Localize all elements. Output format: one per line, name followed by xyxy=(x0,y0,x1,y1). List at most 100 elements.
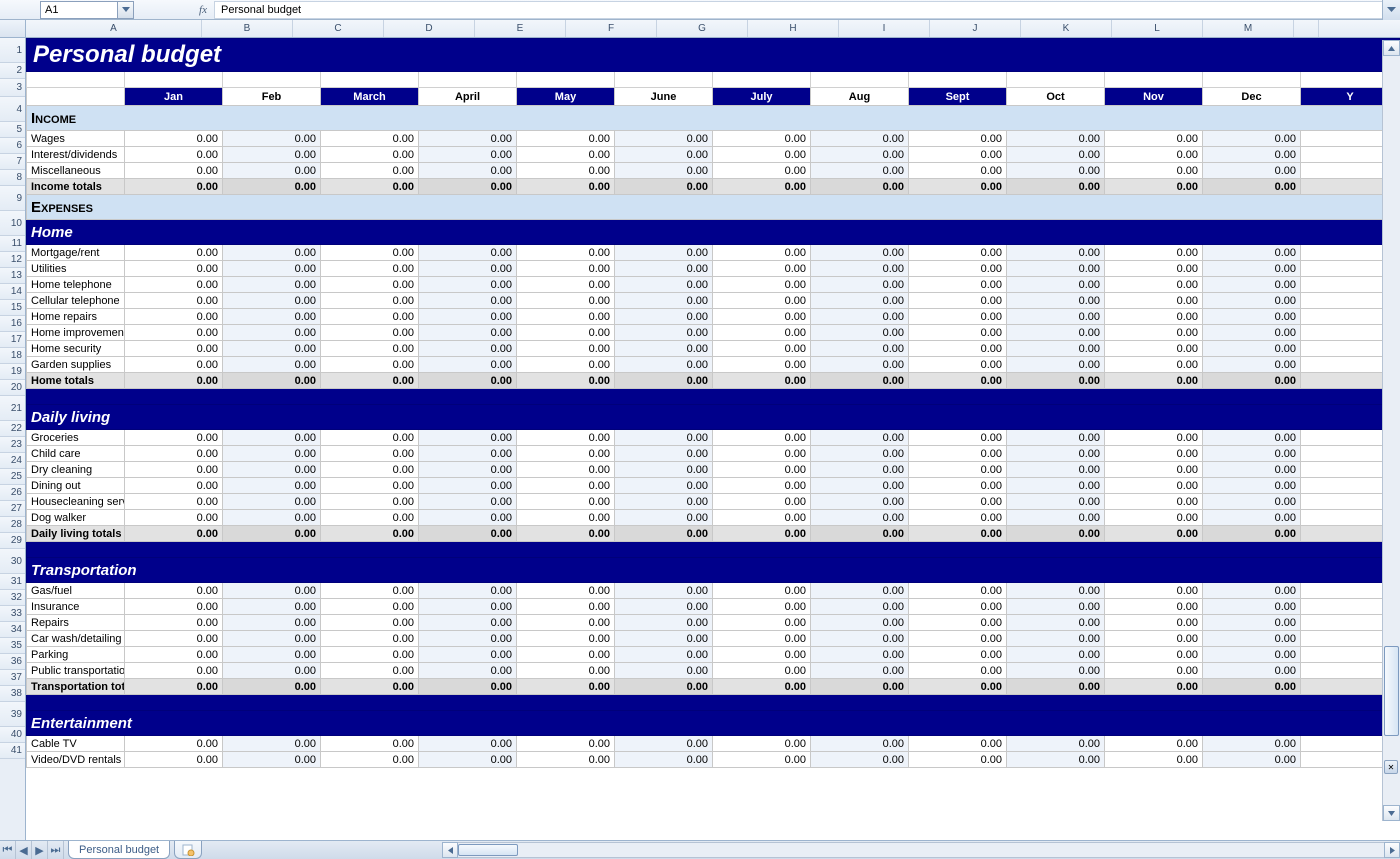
cell[interactable]: 0.00 xyxy=(811,325,909,341)
horizontal-scrollbar[interactable] xyxy=(442,841,1400,859)
cell[interactable]: 0.00 xyxy=(615,599,713,615)
cell[interactable]: 0.00 xyxy=(419,309,517,325)
row-header-40[interactable]: 40 xyxy=(0,727,25,743)
cell[interactable]: 0.00 xyxy=(615,293,713,309)
tab-next-button[interactable]: ▶ xyxy=(32,841,48,859)
cell[interactable]: 0.00 xyxy=(1203,478,1301,494)
vertical-scrollbar[interactable]: ✕ xyxy=(1382,40,1400,821)
cell[interactable]: 0.00 xyxy=(517,163,615,179)
row-header-5[interactable]: 5 xyxy=(0,122,25,138)
cell[interactable]: Expenses xyxy=(27,195,1400,220)
cell[interactable]: 0.00 xyxy=(909,462,1007,478)
cell[interactable] xyxy=(223,72,321,88)
cell[interactable]: 0.00 xyxy=(1007,245,1105,261)
cell[interactable]: Child care xyxy=(27,446,125,462)
cell[interactable]: Nov xyxy=(1105,88,1203,106)
cell[interactable]: 0.00 xyxy=(713,446,811,462)
cell[interactable]: 0.00 xyxy=(1105,510,1203,526)
cell[interactable]: Home xyxy=(27,220,1400,245)
cell[interactable]: 0.00 xyxy=(1007,179,1105,195)
cell[interactable]: 0.00 xyxy=(1105,446,1203,462)
cell[interactable]: Home security xyxy=(27,341,125,357)
row-header-41[interactable]: 41 xyxy=(0,743,25,759)
cell[interactable]: 0.00 xyxy=(615,261,713,277)
cell[interactable]: 0.00 xyxy=(1203,526,1301,542)
cell[interactable]: 0.00 xyxy=(321,736,419,752)
cell[interactable]: 0.00 xyxy=(909,583,1007,599)
cell[interactable]: 0.00 xyxy=(1007,131,1105,147)
cell[interactable]: 0.00 xyxy=(909,478,1007,494)
cell[interactable]: 0.00 xyxy=(1105,615,1203,631)
row-header-4[interactable]: 4 xyxy=(0,97,25,122)
cell[interactable]: 0.00 xyxy=(1203,245,1301,261)
cell[interactable]: Gas/fuel xyxy=(27,583,125,599)
cell[interactable]: 0.00 xyxy=(811,526,909,542)
cell[interactable]: 0.00 xyxy=(419,373,517,389)
cell[interactable]: 0.00 xyxy=(713,599,811,615)
cell[interactable]: 0.00 xyxy=(321,679,419,695)
cell[interactable]: 0.00 xyxy=(517,131,615,147)
cell[interactable]: Transportation totals xyxy=(27,679,125,695)
cell[interactable] xyxy=(811,72,909,88)
cell[interactable]: Miscellaneous xyxy=(27,163,125,179)
cell[interactable]: 0.00 xyxy=(1007,679,1105,695)
cell[interactable]: 0.00 xyxy=(517,325,615,341)
cell[interactable]: 0.00 xyxy=(1007,526,1105,542)
cell[interactable]: Interest/dividends xyxy=(27,147,125,163)
cell[interactable]: 0.00 xyxy=(125,293,223,309)
cell[interactable]: 0.00 xyxy=(615,679,713,695)
cell[interactable]: 0.00 xyxy=(615,341,713,357)
cell[interactable]: 0.00 xyxy=(517,446,615,462)
cell[interactable]: 0.00 xyxy=(811,179,909,195)
cell[interactable]: Cellular telephone xyxy=(27,293,125,309)
cell[interactable]: 0.00 xyxy=(811,373,909,389)
cell[interactable]: 0.00 xyxy=(615,309,713,325)
cell[interactable]: 0.00 xyxy=(1203,663,1301,679)
cell[interactable]: 0.00 xyxy=(1203,446,1301,462)
cell[interactable]: 0.00 xyxy=(1203,752,1301,768)
cell[interactable]: April xyxy=(419,88,517,106)
cell[interactable]: 0.00 xyxy=(419,179,517,195)
cell[interactable]: 0.00 xyxy=(1007,341,1105,357)
cell[interactable]: Repairs xyxy=(27,615,125,631)
cell[interactable]: May xyxy=(517,88,615,106)
cell[interactable]: 0.00 xyxy=(811,341,909,357)
cell[interactable]: 0.00 xyxy=(419,736,517,752)
tab-personal-budget[interactable]: Personal budget xyxy=(68,841,170,859)
cell[interactable]: Aug xyxy=(811,88,909,106)
column-header-F[interactable]: F xyxy=(566,20,657,37)
cell[interactable]: 0.00 xyxy=(223,147,321,163)
cell[interactable]: 0.00 xyxy=(1203,462,1301,478)
cell[interactable]: Daily living xyxy=(27,405,1400,430)
row-header-27[interactable]: 27 xyxy=(0,501,25,517)
scroll-left-button[interactable] xyxy=(442,842,458,858)
cell[interactable]: 0.00 xyxy=(125,179,223,195)
cell[interactable]: 0.00 xyxy=(909,293,1007,309)
cell[interactable]: 0.00 xyxy=(1105,663,1203,679)
row-header-15[interactable]: 15 xyxy=(0,300,25,316)
cell[interactable]: 0.00 xyxy=(517,373,615,389)
row-header-12[interactable]: 12 xyxy=(0,252,25,268)
cell[interactable]: 0.00 xyxy=(1007,583,1105,599)
row-header-39[interactable]: 39 xyxy=(0,702,25,727)
cell[interactable]: 0.00 xyxy=(909,277,1007,293)
cell[interactable]: 0.00 xyxy=(713,309,811,325)
row-header-30[interactable]: 30 xyxy=(0,549,25,574)
cell[interactable]: 0.00 xyxy=(713,736,811,752)
row-header-18[interactable]: 18 xyxy=(0,348,25,364)
new-sheet-button[interactable] xyxy=(174,841,202,859)
cell[interactable]: Insurance xyxy=(27,599,125,615)
cell[interactable]: 0.00 xyxy=(615,752,713,768)
cell[interactable]: 0.00 xyxy=(1007,446,1105,462)
cell[interactable]: 0.00 xyxy=(419,478,517,494)
cell[interactable]: 0.00 xyxy=(517,341,615,357)
cell[interactable] xyxy=(27,695,1400,711)
cell[interactable]: Dec xyxy=(1203,88,1301,106)
column-header-C[interactable]: C xyxy=(293,20,384,37)
cell[interactable]: 0.00 xyxy=(125,462,223,478)
cell[interactable]: 0.00 xyxy=(517,736,615,752)
cell[interactable]: 0.00 xyxy=(1105,309,1203,325)
cell[interactable]: 0.00 xyxy=(1105,430,1203,446)
cell[interactable]: 0.00 xyxy=(1007,478,1105,494)
cell[interactable]: 0.00 xyxy=(615,131,713,147)
